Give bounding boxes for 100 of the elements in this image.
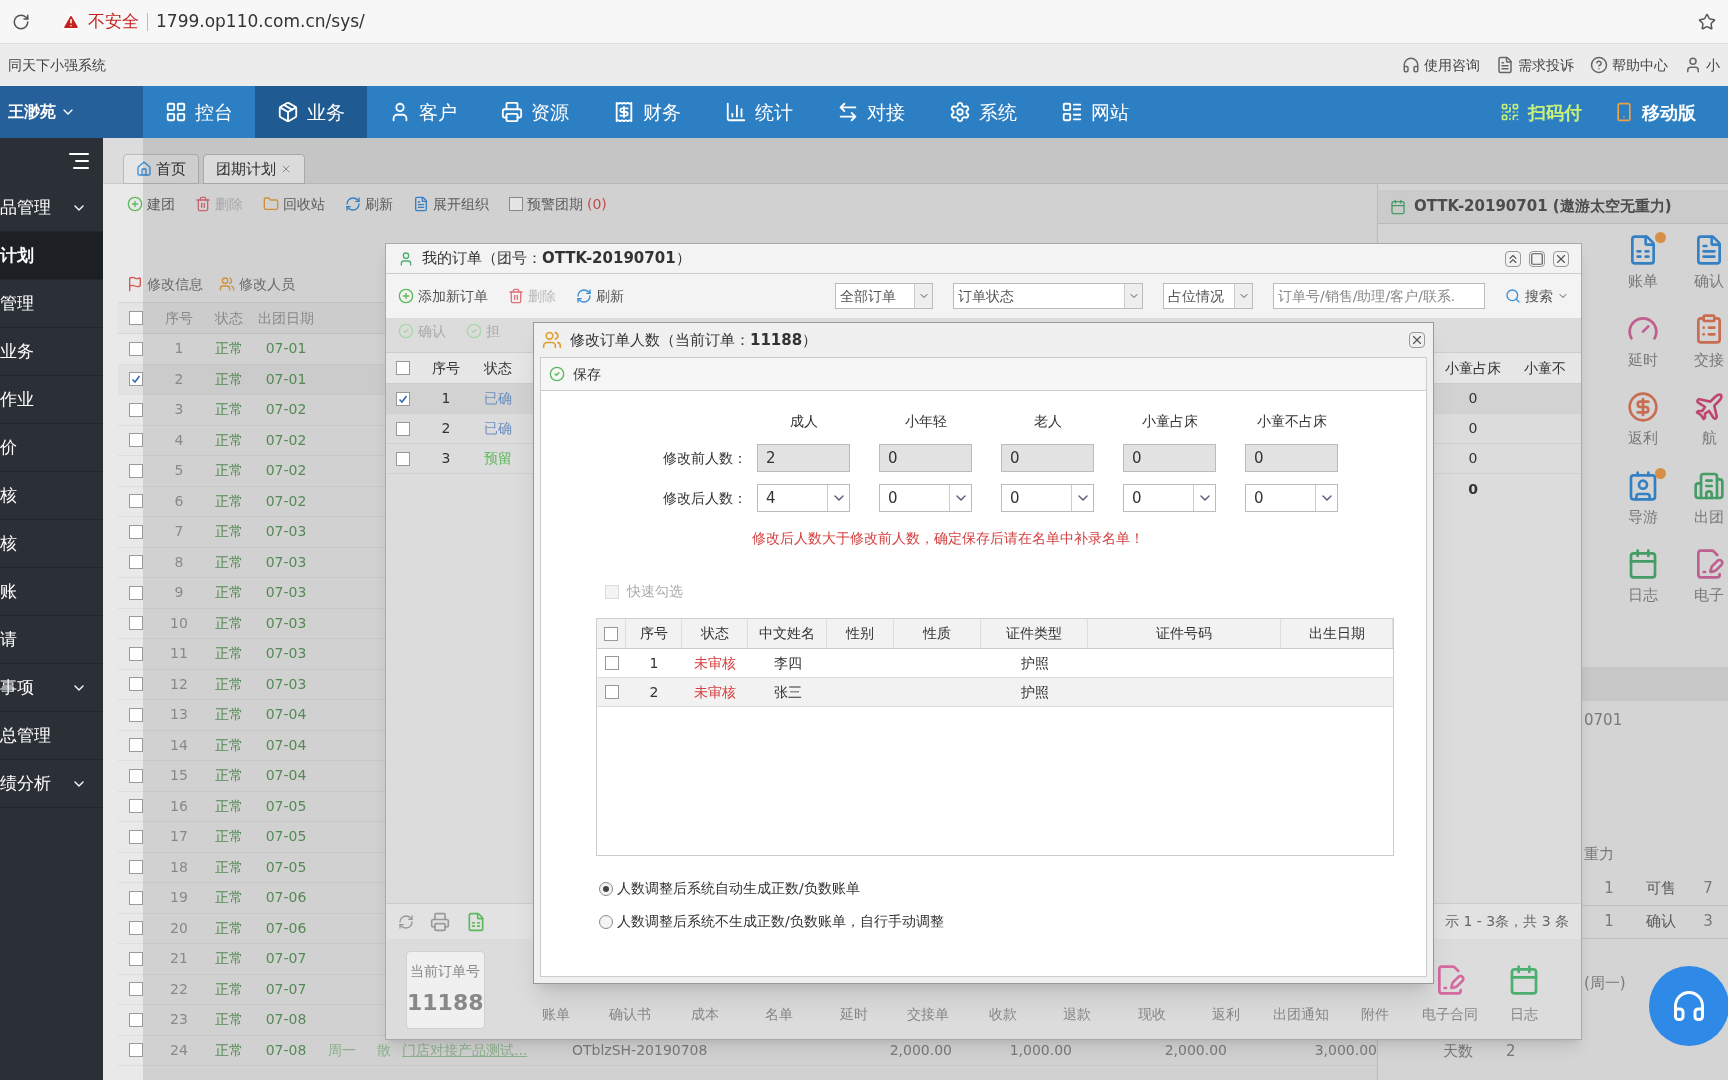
maximize-icon[interactable]	[1529, 250, 1545, 267]
column-header[interactable]: 小童占床	[1437, 357, 1509, 379]
checkbox[interactable]	[396, 421, 410, 436]
page-tab[interactable]: 团期计划	[203, 154, 305, 184]
checkbox[interactable]	[604, 656, 619, 670]
checkbox[interactable]	[129, 768, 143, 783]
column-header[interactable]: 性质	[894, 619, 981, 648]
column-header[interactable]: 证件类型	[981, 619, 1088, 648]
search-field[interactable]: 订单号/销售/助理/客户/联系.	[1273, 283, 1485, 309]
collapse-icon[interactable]	[1505, 250, 1521, 267]
checkbox[interactable]	[129, 1043, 143, 1058]
checkbox[interactable]	[396, 451, 410, 466]
security-label[interactable]: 不安全	[88, 8, 139, 35]
number-spinner[interactable]: 0	[1245, 484, 1338, 512]
toolbar-button[interactable]: 修改信息	[127, 273, 203, 295]
header-link[interactable]: 使用咨询	[1402, 54, 1480, 76]
filter-dropdown[interactable]: 占位情况	[1163, 283, 1253, 309]
header-link[interactable]: 帮助中心	[1590, 54, 1668, 76]
checkbox[interactable]	[396, 361, 410, 375]
nav-tab[interactable]: 资源	[479, 86, 591, 138]
checkbox[interactable]	[129, 829, 143, 844]
nav-tab[interactable]: 对接	[815, 86, 927, 138]
toolbar-button[interactable]: 刷新	[345, 193, 393, 215]
checkbox[interactable]	[129, 433, 143, 448]
bookmark-icon[interactable]	[1698, 12, 1716, 31]
checkbox[interactable]	[129, 677, 143, 692]
number-spinner[interactable]: 0	[879, 484, 972, 512]
checkbox[interactable]	[129, 616, 143, 631]
spreadsheet-icon[interactable]	[466, 911, 486, 932]
column-header[interactable]: 序号	[626, 619, 682, 648]
toolbar-button[interactable]: 回收站	[263, 193, 325, 215]
radio-button[interactable]	[599, 881, 613, 896]
header-link[interactable]: 需求投诉	[1496, 54, 1574, 76]
toolbar-button[interactable]: 刷新	[576, 285, 624, 307]
checkbox[interactable]	[604, 626, 618, 641]
nav-tab[interactable]: 控台	[143, 86, 255, 138]
column-header[interactable]: 小童不	[1509, 357, 1581, 379]
checkbox[interactable]	[129, 799, 143, 814]
column-header[interactable]: 状态	[682, 619, 748, 648]
checkbox[interactable]	[129, 951, 143, 966]
checkbox[interactable]	[129, 860, 143, 875]
column-header[interactable]: 出生日期	[1281, 619, 1393, 648]
toolbar-button[interactable]: 添加新订单	[398, 285, 488, 307]
number-spinner[interactable]: 0	[1001, 484, 1094, 512]
user-menu[interactable]: 王渺苑	[0, 86, 143, 138]
nav-tab[interactable]: 系统	[927, 86, 1039, 138]
checkbox[interactable]	[129, 1012, 143, 1027]
save-button[interactable]: 保存	[549, 363, 601, 385]
checkbox[interactable]	[129, 707, 143, 722]
header-link[interactable]: 小	[1684, 54, 1720, 76]
checkbox[interactable]	[129, 982, 143, 997]
toolbar-button[interactable]: 展开组织	[413, 193, 489, 215]
number-spinner[interactable]: 0	[1123, 484, 1216, 512]
nav-tab[interactable]: 财务	[591, 86, 703, 138]
filter-dropdown[interactable]: 全部订单	[835, 283, 933, 309]
checkbox[interactable]	[129, 585, 143, 600]
column-header[interactable]: 性别	[827, 619, 894, 648]
count-field[interactable]: 0	[879, 444, 972, 472]
column-header[interactable]: 中文姓名	[748, 619, 827, 648]
checkbox[interactable]	[129, 555, 143, 570]
nav-link[interactable]: 移动版	[1614, 86, 1728, 138]
checkbox[interactable]	[604, 685, 619, 699]
count-field[interactable]: 0	[1123, 444, 1216, 472]
nav-tab[interactable]: 客户	[367, 86, 479, 138]
nav-tab[interactable]: 网站	[1039, 86, 1151, 138]
checkbox[interactable]	[129, 524, 143, 539]
toolbar-button[interactable]: 修改人员	[219, 273, 295, 295]
checkbox[interactable]	[509, 197, 523, 211]
checkbox[interactable]	[129, 402, 143, 417]
count-field[interactable]: 2	[757, 444, 850, 472]
reload-icon[interactable]	[12, 12, 30, 31]
column-header[interactable]: 状态	[472, 357, 524, 379]
checkbox[interactable]	[129, 921, 143, 936]
close-icon[interactable]	[1553, 250, 1569, 267]
count-field[interactable]: 0	[1001, 444, 1094, 472]
checkbox[interactable]	[129, 311, 143, 325]
nav-tab[interactable]: 统计	[703, 86, 815, 138]
column-header[interactable]: 证件号码	[1088, 619, 1281, 648]
count-field[interactable]: 0	[1245, 444, 1338, 472]
column-header[interactable]: 序号	[420, 357, 472, 379]
checkbox[interactable]	[129, 494, 143, 509]
checkbox[interactable]	[396, 391, 410, 406]
radio-button[interactable]	[599, 914, 613, 929]
checkbox[interactable]	[129, 341, 143, 356]
checkbox[interactable]	[129, 372, 143, 387]
sidebar-item[interactable]: 计划	[0, 232, 103, 280]
checkbox[interactable]	[129, 463, 143, 478]
checkbox[interactable]	[129, 646, 143, 661]
filter-dropdown[interactable]: 订单状态	[953, 283, 1143, 309]
checkbox[interactable]	[129, 890, 143, 905]
printer-icon[interactable]	[430, 911, 450, 932]
search-button[interactable]: 搜索	[1505, 285, 1569, 307]
toolbar-button[interactable]: 建团	[127, 193, 175, 215]
url-text[interactable]: 1799.op110.com.cn/sys/	[156, 8, 365, 35]
number-spinner[interactable]: 4	[757, 484, 850, 512]
checkbox[interactable]	[129, 738, 143, 753]
close-icon[interactable]	[1409, 332, 1425, 348]
nav-tab[interactable]: 业务	[255, 86, 367, 138]
refresh-icon[interactable]	[398, 913, 414, 930]
page-tab[interactable]: 首页	[123, 154, 199, 184]
